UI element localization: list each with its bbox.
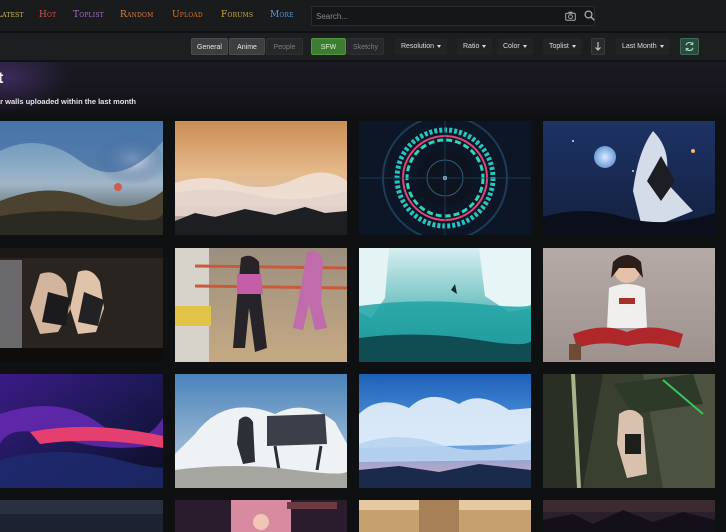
caret-down-icon bbox=[571, 44, 576, 48]
ratio-dropdown[interactable]: Ratio bbox=[457, 38, 493, 55]
color-dropdown[interactable]: Color bbox=[497, 38, 533, 55]
caret-down-icon bbox=[437, 44, 442, 48]
refresh-icon bbox=[685, 41, 694, 52]
wallpaper-thumbnail[interactable] bbox=[543, 248, 715, 362]
wallpaper-thumbnail[interactable] bbox=[0, 374, 163, 488]
wallpaper-warm-landscape-image bbox=[359, 500, 531, 532]
wallpaper-mech-warrior-image bbox=[543, 374, 715, 488]
nav-forums[interactable]: Forums bbox=[221, 10, 253, 20]
refresh-button[interactable] bbox=[680, 38, 699, 55]
resolution-dropdown[interactable]: Resolution bbox=[395, 38, 448, 55]
wallpaper-abstract-gradient-image bbox=[0, 374, 163, 488]
wallpaper-dance-studio-image bbox=[175, 248, 347, 362]
wallpaper-thumbnail[interactable] bbox=[359, 374, 531, 488]
category-general-toggle[interactable]: General bbox=[191, 38, 228, 55]
caret-down-icon bbox=[522, 44, 527, 48]
nav-random[interactable]: Random bbox=[120, 10, 153, 20]
wallpaper-thumbnail[interactable] bbox=[359, 121, 531, 235]
wallpaper-sunset-silhouette-image bbox=[543, 500, 715, 532]
purity-sketchy-toggle[interactable]: Sketchy bbox=[347, 38, 384, 55]
sorting-dropdown[interactable]: Toplist bbox=[543, 38, 582, 55]
wallpaper-seated-woman-image bbox=[543, 248, 715, 362]
wallpaper-piano-clouds-image bbox=[175, 374, 347, 488]
wallpaper-thumbnail[interactable] bbox=[0, 121, 163, 235]
nav-more[interactable]: More bbox=[270, 10, 294, 20]
wallpaper-sea-of-clouds-image bbox=[175, 121, 347, 235]
nav-latest[interactable]: Latest bbox=[0, 10, 24, 20]
sorting-label: Toplist bbox=[549, 43, 569, 50]
wallpaper-thumbnail[interactable] bbox=[543, 121, 715, 235]
color-label: Color bbox=[503, 43, 520, 50]
page-subtitle: ar walls uploaded within the last month bbox=[0, 97, 137, 106]
sort-order-button[interactable] bbox=[591, 38, 605, 55]
wallpaper-fantasy-sky-image bbox=[0, 121, 163, 235]
wallpaper-thumbnail[interactable] bbox=[543, 374, 715, 488]
wallpaper-anime-sky-clouds-image bbox=[359, 374, 531, 488]
wallpaper-thumbnail[interactable] bbox=[175, 121, 347, 235]
resolution-label: Resolution bbox=[401, 43, 435, 50]
wallpaper-dark-city-image bbox=[0, 500, 163, 532]
wallpaper-neon-rings-image bbox=[359, 121, 531, 235]
wallpaper-thumbnail[interactable] bbox=[175, 500, 347, 532]
page-title: t bbox=[0, 70, 4, 87]
wallpaper-character-portrait-image bbox=[175, 500, 347, 532]
nav-upload[interactable]: Upload bbox=[172, 10, 203, 20]
wallpaper-turquoise-lake-image bbox=[359, 248, 531, 362]
wallpaper-thumbnail[interactable] bbox=[0, 248, 163, 362]
wallpaper-anime-night-moon-image bbox=[543, 121, 715, 235]
wallpaper-thumbnail[interactable] bbox=[175, 374, 347, 488]
category-people-toggle[interactable]: People bbox=[266, 38, 303, 55]
wallpaper-thumbnail[interactable] bbox=[0, 500, 163, 532]
search-box bbox=[311, 6, 595, 26]
wallpaper-thumbnail[interactable] bbox=[175, 248, 347, 362]
search-input[interactable] bbox=[316, 9, 556, 23]
top-navigation: Latest Hot Toplist Random Upload Forums … bbox=[0, 0, 726, 32]
time-range-label: Last Month bbox=[622, 43, 657, 50]
nav-hot[interactable]: Hot bbox=[39, 10, 56, 20]
purity-sfw-toggle[interactable]: SFW bbox=[311, 38, 346, 55]
filter-bar: General Anime People SFW Sketchy Resolut… bbox=[0, 33, 726, 61]
heading-band bbox=[0, 62, 726, 114]
ratio-label: Ratio bbox=[463, 43, 480, 50]
caret-down-icon bbox=[482, 44, 487, 48]
wallpaper-thumbnail[interactable] bbox=[359, 248, 531, 362]
wallpaper-thumbnail[interactable] bbox=[359, 500, 531, 532]
camera-icon[interactable] bbox=[565, 11, 576, 21]
wallpaper-thumbnail[interactable] bbox=[543, 500, 715, 532]
arrow-down-icon bbox=[595, 42, 601, 51]
nav-toplist[interactable]: Toplist bbox=[73, 10, 104, 20]
caret-down-icon bbox=[659, 44, 664, 48]
search-icon[interactable] bbox=[584, 10, 595, 21]
time-range-dropdown[interactable]: Last Month bbox=[616, 38, 670, 55]
wallpaper-figures-doorway-image bbox=[0, 248, 163, 362]
category-anime-toggle[interactable]: Anime bbox=[229, 38, 265, 55]
